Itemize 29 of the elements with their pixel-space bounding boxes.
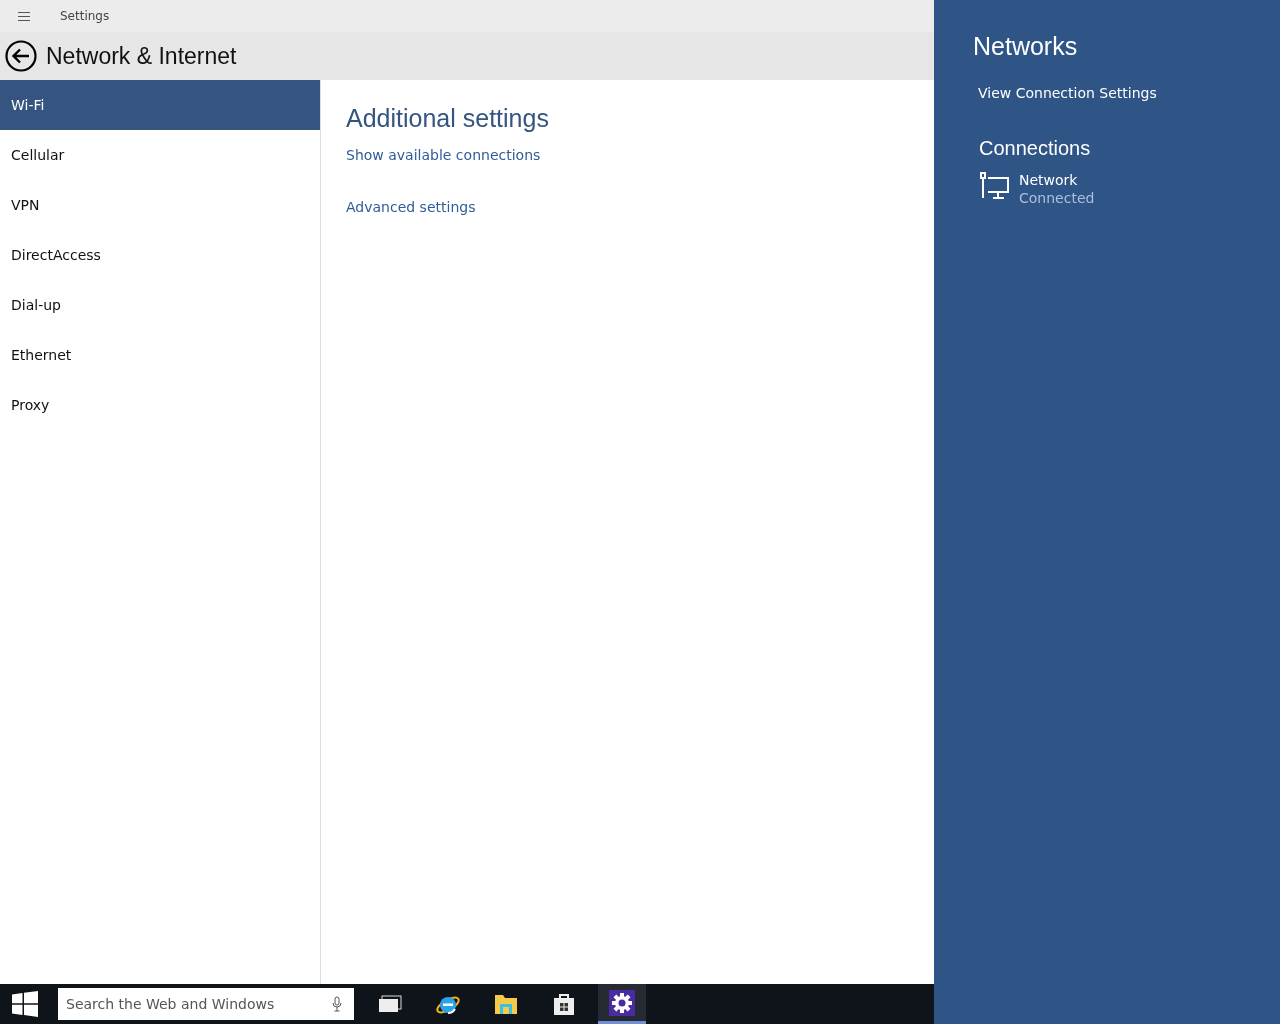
back-icon[interactable] xyxy=(5,40,37,72)
connection-name: Network xyxy=(1019,172,1079,188)
section-heading: Additional settings xyxy=(346,104,549,133)
settings-link[interactable]: Show available connections xyxy=(346,147,541,163)
connection-status: Connected xyxy=(1019,190,1095,206)
shopping-bag-icon xyxy=(552,992,576,1016)
sidebar-item[interactable]: Dial-up xyxy=(0,280,320,330)
connections-heading: Connections xyxy=(979,137,1091,160)
sidebar-item[interactable]: DirectAccess xyxy=(0,230,320,280)
connection-item[interactable]: Network Connected xyxy=(979,172,1095,206)
microphone-icon[interactable] xyxy=(332,996,342,1012)
sidebar-item[interactable]: Proxy xyxy=(0,380,320,430)
folder-icon xyxy=(494,993,518,1015)
gear-icon xyxy=(609,989,635,1016)
connection-settings-link[interactable]: View Connection Settings xyxy=(978,85,1157,101)
sidebar-item[interactable]: Wi-Fi xyxy=(0,80,320,130)
sidebar-item[interactable]: VPN xyxy=(0,180,320,230)
window-title: Settings xyxy=(60,9,110,23)
wired-network-icon xyxy=(979,172,1009,200)
taskbar-app[interactable] xyxy=(598,984,646,1024)
start-icon[interactable] xyxy=(12,991,38,1017)
menu-icon[interactable] xyxy=(18,11,30,21)
settings-link[interactable]: Advanced settings xyxy=(346,199,476,215)
sidebar-item[interactable]: Ethernet xyxy=(0,330,320,380)
windows-stack-icon xyxy=(378,995,402,1013)
search-field[interactable]: Search the Web and Windows xyxy=(58,988,354,1020)
panel-title: Networks xyxy=(973,32,1078,61)
page-title: Network & Internet xyxy=(46,42,237,70)
sidebar-item[interactable]: Cellular xyxy=(0,130,320,180)
